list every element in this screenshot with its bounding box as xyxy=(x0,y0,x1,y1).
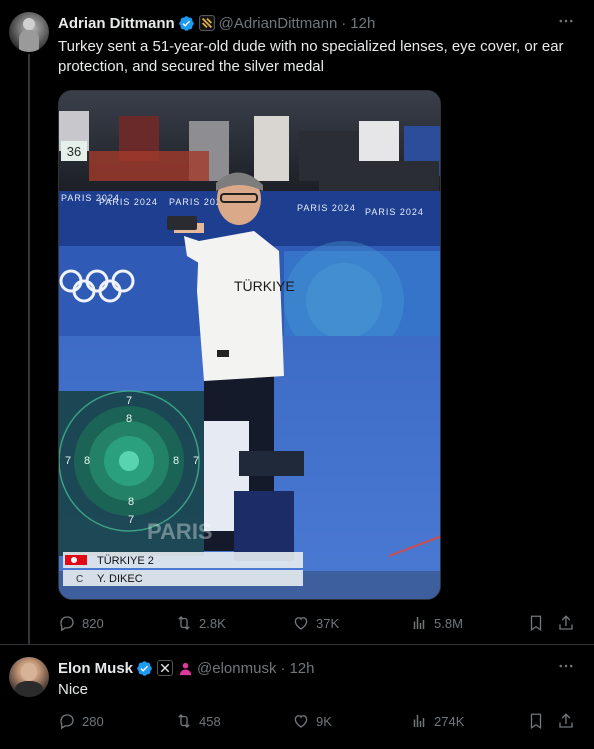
views-count: 5.8M xyxy=(434,615,463,631)
views-icon xyxy=(413,617,425,629)
repost-button[interactable]: 2.8K xyxy=(175,614,226,632)
shirt-text: TÜRKIYE xyxy=(234,277,295,294)
author-handle[interactable]: @elonmusk xyxy=(197,660,276,677)
repost-button[interactable]: 458 xyxy=(175,712,221,730)
ring-label: 7 xyxy=(193,455,199,467)
reply-icon xyxy=(60,714,74,730)
tweet-header: Elon Musk @elonmusk · 12h xyxy=(58,658,314,678)
like-icon xyxy=(294,617,308,630)
like-button[interactable]: 37K xyxy=(292,614,339,632)
overlay-prefix: C xyxy=(76,574,83,585)
repost-icon xyxy=(178,714,190,728)
repost-count: 458 xyxy=(199,713,221,729)
banner-text: PARIS 2024 xyxy=(99,197,158,207)
views-icon xyxy=(413,715,425,727)
like-count: 37K xyxy=(316,615,340,631)
more-icon[interactable] xyxy=(556,657,576,677)
repost-icon xyxy=(178,616,190,630)
reply-count: 820 xyxy=(82,615,104,631)
tweet-text: Nice xyxy=(58,681,89,698)
ring-label: 7 xyxy=(128,514,134,526)
ring-label: 8 xyxy=(128,496,134,508)
overlay-athlete: Y. DIKEC xyxy=(97,573,143,585)
banner-text: PARIS 2024 xyxy=(365,207,424,217)
separator-dot: · xyxy=(280,659,286,677)
repost-count: 2.8K xyxy=(199,615,226,631)
tweet-text: Turkey sent a 51-year-old dude with no s… xyxy=(58,38,564,75)
views-button[interactable]: 274K xyxy=(410,712,464,730)
timestamp[interactable]: 12h xyxy=(350,15,375,32)
reply-count: 280 xyxy=(82,713,104,729)
views-button[interactable]: 5.8M xyxy=(410,614,463,632)
like-count: 9K xyxy=(316,713,332,729)
ring-label: 8 xyxy=(126,413,132,425)
bookmark-icon[interactable] xyxy=(527,614,545,632)
score-counter: 36 xyxy=(67,144,81,159)
separator-dot: · xyxy=(341,14,347,32)
thread-line xyxy=(28,54,30,645)
flag-badge-icon[interactable] xyxy=(198,15,215,31)
reply-button[interactable]: 280 xyxy=(58,712,104,730)
banner-text: PARIS 2024 xyxy=(297,203,356,213)
tweet-photo[interactable]: 36 PARIS 2024 PARIS 2024 PARIS 2024 PARI… xyxy=(58,90,441,600)
more-icon[interactable] xyxy=(556,12,576,32)
ring-label: 7 xyxy=(65,455,71,467)
like-icon xyxy=(294,715,308,728)
ring-label: 7 xyxy=(126,395,132,407)
tweet-header: Adrian Dittmann @AdrianDittmann · 12h xyxy=(58,13,375,33)
avatar-adrian[interactable] xyxy=(9,12,49,52)
affiliate-person-icon[interactable] xyxy=(177,660,193,676)
avatar-elon[interactable] xyxy=(9,657,49,697)
bookmark-icon[interactable] xyxy=(527,712,545,730)
share-icon[interactable] xyxy=(557,614,575,632)
watermark-text: PARIS xyxy=(147,519,213,544)
timestamp[interactable]: 12h xyxy=(289,660,314,677)
verified-icon[interactable] xyxy=(136,660,153,677)
tweet-reply[interactable]: Elon Musk @elonmusk · 12h Nice 280 458 9… xyxy=(0,645,594,749)
share-icon[interactable] xyxy=(557,712,575,730)
author-handle[interactable]: @AdrianDittmann xyxy=(219,15,338,32)
reply-icon xyxy=(60,616,74,632)
overlay-country: TÜRKIYE 2 xyxy=(97,555,154,567)
ring-label: 8 xyxy=(84,455,90,467)
x-badge-icon[interactable] xyxy=(157,660,174,676)
author-name[interactable]: Elon Musk xyxy=(58,660,133,677)
reply-button[interactable]: 820 xyxy=(58,614,104,632)
views-count: 274K xyxy=(434,713,465,729)
author-name[interactable]: Adrian Dittmann xyxy=(58,15,175,32)
verified-icon[interactable] xyxy=(178,15,195,32)
like-button[interactable]: 9K xyxy=(292,712,332,730)
tweet-main[interactable]: Adrian Dittmann @AdrianDittmann · 12h Tu… xyxy=(0,0,594,645)
ring-label: 8 xyxy=(173,455,179,467)
